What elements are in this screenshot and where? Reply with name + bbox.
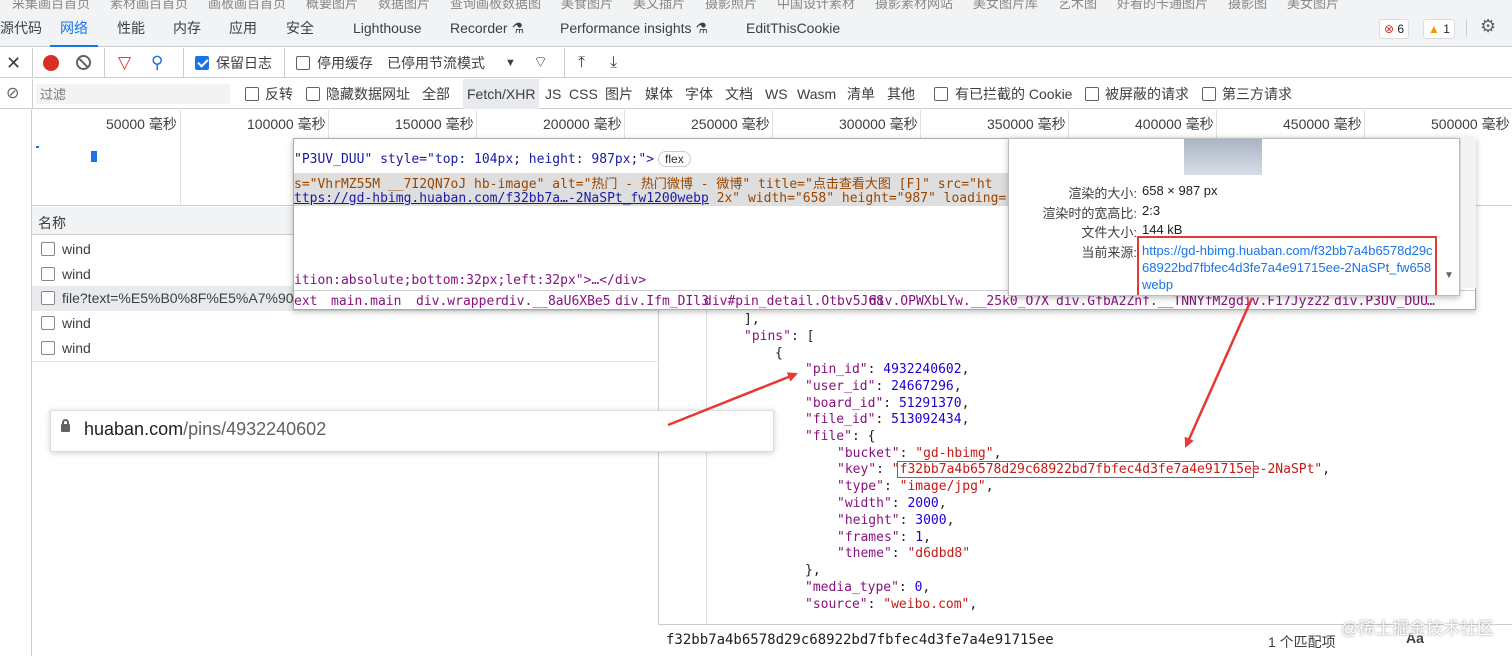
watermark: @稀土掘金技术社区 bbox=[1340, 619, 1494, 638]
annotation-arrow bbox=[667, 372, 798, 427]
annotation-arrows bbox=[667, 297, 1254, 448]
annotation-arrow bbox=[1184, 297, 1254, 448]
